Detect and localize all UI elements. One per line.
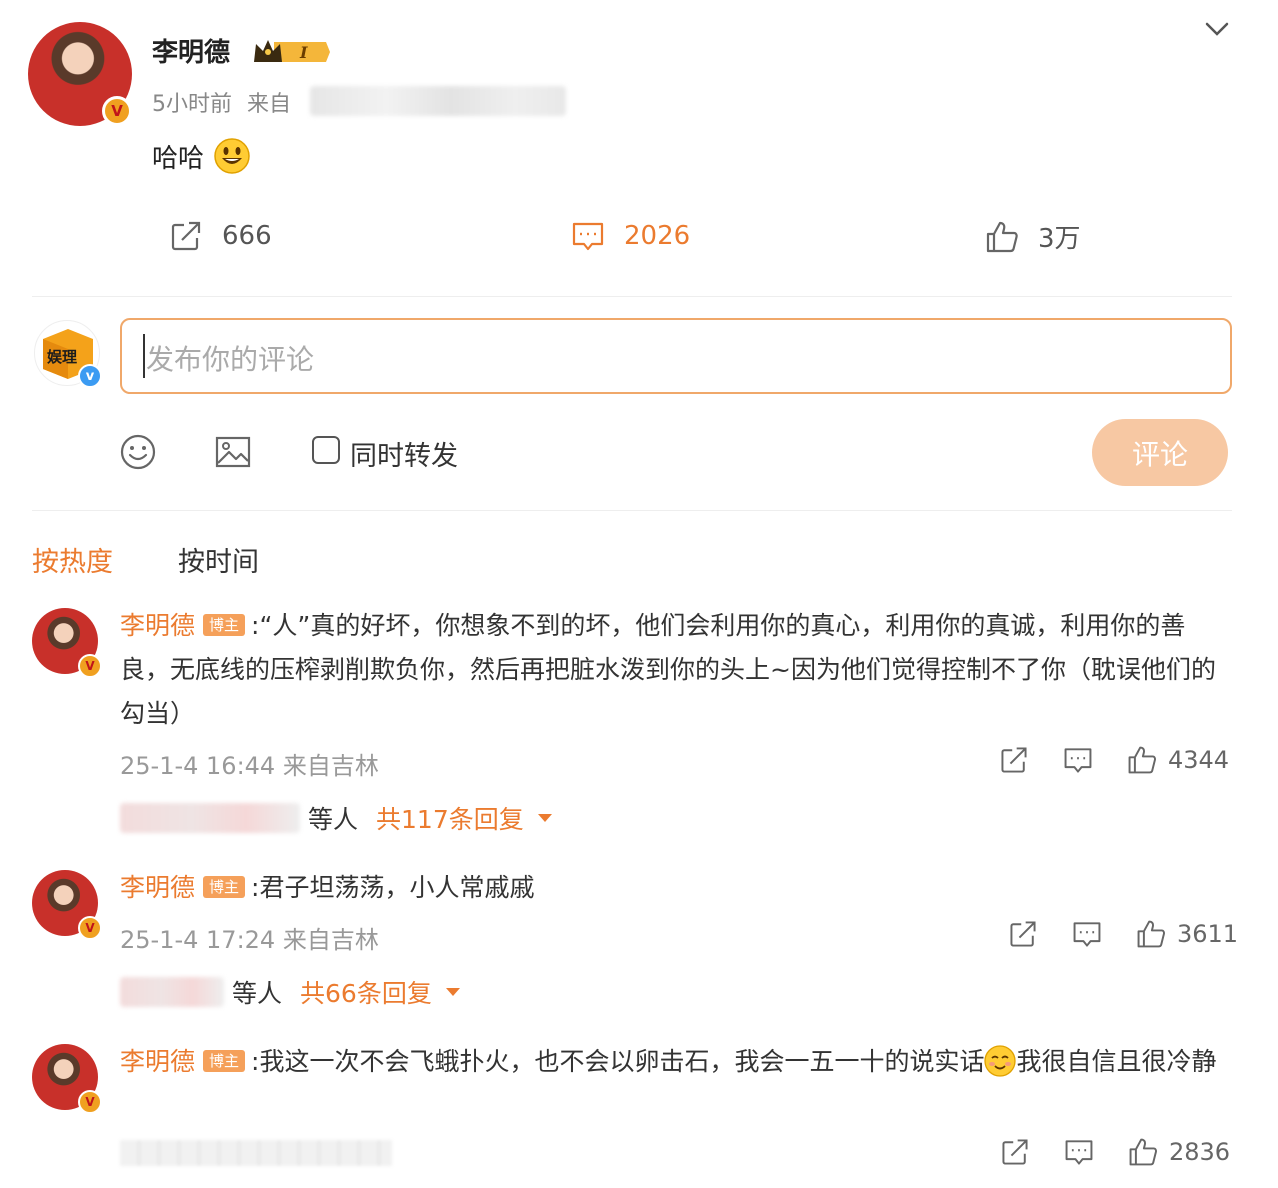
comment-text-block: 李明德 博主:我这一次不会飞蛾扑火，也不会以卵击石，我会一五一十的说实话 我很自信且…	[120, 1040, 1220, 1084]
chevron-down-icon[interactable]	[1202, 18, 1232, 42]
divider	[32, 296, 1232, 297]
comment-actions: 4344	[998, 744, 1229, 776]
caret-down-icon	[445, 988, 460, 996]
tab-sort-by-time[interactable]: 按时间	[178, 540, 259, 579]
author-tag: 博主	[203, 1050, 246, 1072]
author-tag: 博主	[203, 876, 246, 898]
reply-comment-icon[interactable]	[1063, 1136, 1095, 1168]
reply-users-blurred	[120, 977, 224, 1007]
comment-meta-blurred	[120, 1140, 392, 1166]
comment-actions: 2836	[999, 1136, 1230, 1168]
svg-text:I: I	[299, 43, 308, 62]
comment-text: :“人”真的好坏，你想象不到的坏，他们会利用你的真心，利用你的真诚，利用你的善良…	[120, 611, 1216, 728]
verified-badge-icon: V	[102, 96, 132, 126]
reply-suffix: 等人	[308, 805, 359, 834]
reply-count-link[interactable]: 共117条回复	[376, 800, 524, 836]
verified-blue-badge-icon: v	[78, 364, 102, 388]
comment-author-name[interactable]: 李明德	[120, 1047, 195, 1076]
post-time: 5小时前	[152, 92, 232, 117]
reply-suffix: 等人	[232, 979, 283, 1008]
comment-meta: 25-1-4 16:44 来自吉林	[120, 752, 379, 780]
comment-count: 2026	[624, 221, 691, 251]
comment-author-name[interactable]: 李明德	[120, 611, 195, 640]
divider	[32, 510, 1232, 511]
reply-comment-icon[interactable]	[1062, 744, 1094, 776]
comment-text-part2: 我很自信且很冷静	[1016, 1047, 1217, 1076]
submit-comment-button[interactable]: 评论	[1092, 419, 1228, 486]
my-avatar-text: 娱理	[47, 348, 77, 366]
post-text: 哈哈	[152, 138, 251, 175]
image-upload-icon[interactable]	[214, 433, 252, 471]
smiley-face-icon	[214, 138, 251, 174]
reply-count-link[interactable]: 共66条回复	[300, 974, 432, 1010]
post-source-prefix: 来自	[247, 92, 292, 117]
tab-sort-by-hot[interactable]: 按热度	[32, 540, 113, 579]
comment-author-name[interactable]: 李明德	[120, 873, 195, 902]
thumbs-up-icon[interactable]	[1135, 918, 1167, 950]
verified-badge-icon: V	[78, 916, 102, 940]
text-cursor	[143, 334, 145, 378]
reply-summary[interactable]: 等人 共117条回复	[120, 800, 552, 836]
vip-crown-icon: I	[254, 40, 330, 62]
post-text-content: 哈哈	[152, 144, 205, 174]
verified-badge-icon: V	[78, 654, 102, 678]
comment-text-block: 李明德 博主:君子坦荡荡，小人常戚戚	[120, 866, 1220, 910]
share-icon	[171, 221, 201, 251]
thumbs-up-icon[interactable]	[1126, 744, 1158, 776]
post-source-device-blurred	[310, 86, 566, 116]
share-icon[interactable]	[1007, 918, 1039, 950]
comment-text-part1: :我这一次不会飞蛾扑火，也不会以卵击石，我会一五一十的说实话	[251, 1047, 985, 1076]
comment-text: :君子坦荡荡，小人常戚戚	[251, 873, 535, 902]
comment-like-count: 4344	[1168, 746, 1230, 774]
comment-input-placeholder: 发布你的评论	[146, 343, 315, 376]
comment-text-block: 李明德 博主:“人”真的好坏，你想象不到的坏，他们会利用你的真心，利用你的真诚，利…	[120, 604, 1220, 736]
repost-checkbox-label[interactable]: 同时转发	[350, 434, 458, 473]
comment-like-count: 3611	[1177, 920, 1239, 948]
comment-button[interactable]: 2026	[570, 218, 690, 254]
caret-down-icon	[537, 814, 552, 822]
repost-count: 666	[222, 221, 272, 251]
thumbs-up-icon[interactable]	[1127, 1136, 1159, 1168]
reply-users-blurred	[120, 803, 300, 833]
reply-summary[interactable]: 等人 共66条回复	[120, 974, 460, 1010]
blush-smile-icon	[984, 1045, 1017, 1077]
verified-badge-icon: V	[78, 1090, 102, 1114]
share-icon[interactable]	[998, 744, 1030, 776]
author-name[interactable]: 李明德	[152, 32, 230, 69]
reply-comment-icon[interactable]	[1071, 918, 1103, 950]
comment-like-count: 2836	[1169, 1138, 1231, 1166]
author-tag: 博主	[203, 614, 246, 636]
repost-checkbox[interactable]	[312, 436, 340, 464]
like-button[interactable]: 3万	[984, 218, 1081, 255]
like-count: 3万	[1038, 224, 1081, 254]
post-meta: 5小时前 来自	[152, 86, 291, 118]
comment-meta: 25-1-4 17:24 来自吉林	[120, 926, 379, 954]
emoji-picker-icon[interactable]	[119, 433, 157, 471]
repost-button[interactable]: 666	[168, 218, 272, 254]
share-icon[interactable]	[999, 1136, 1031, 1168]
comment-icon	[572, 222, 604, 251]
comment-actions: 3611	[1007, 918, 1238, 950]
thumbs-up-icon	[986, 221, 1018, 252]
